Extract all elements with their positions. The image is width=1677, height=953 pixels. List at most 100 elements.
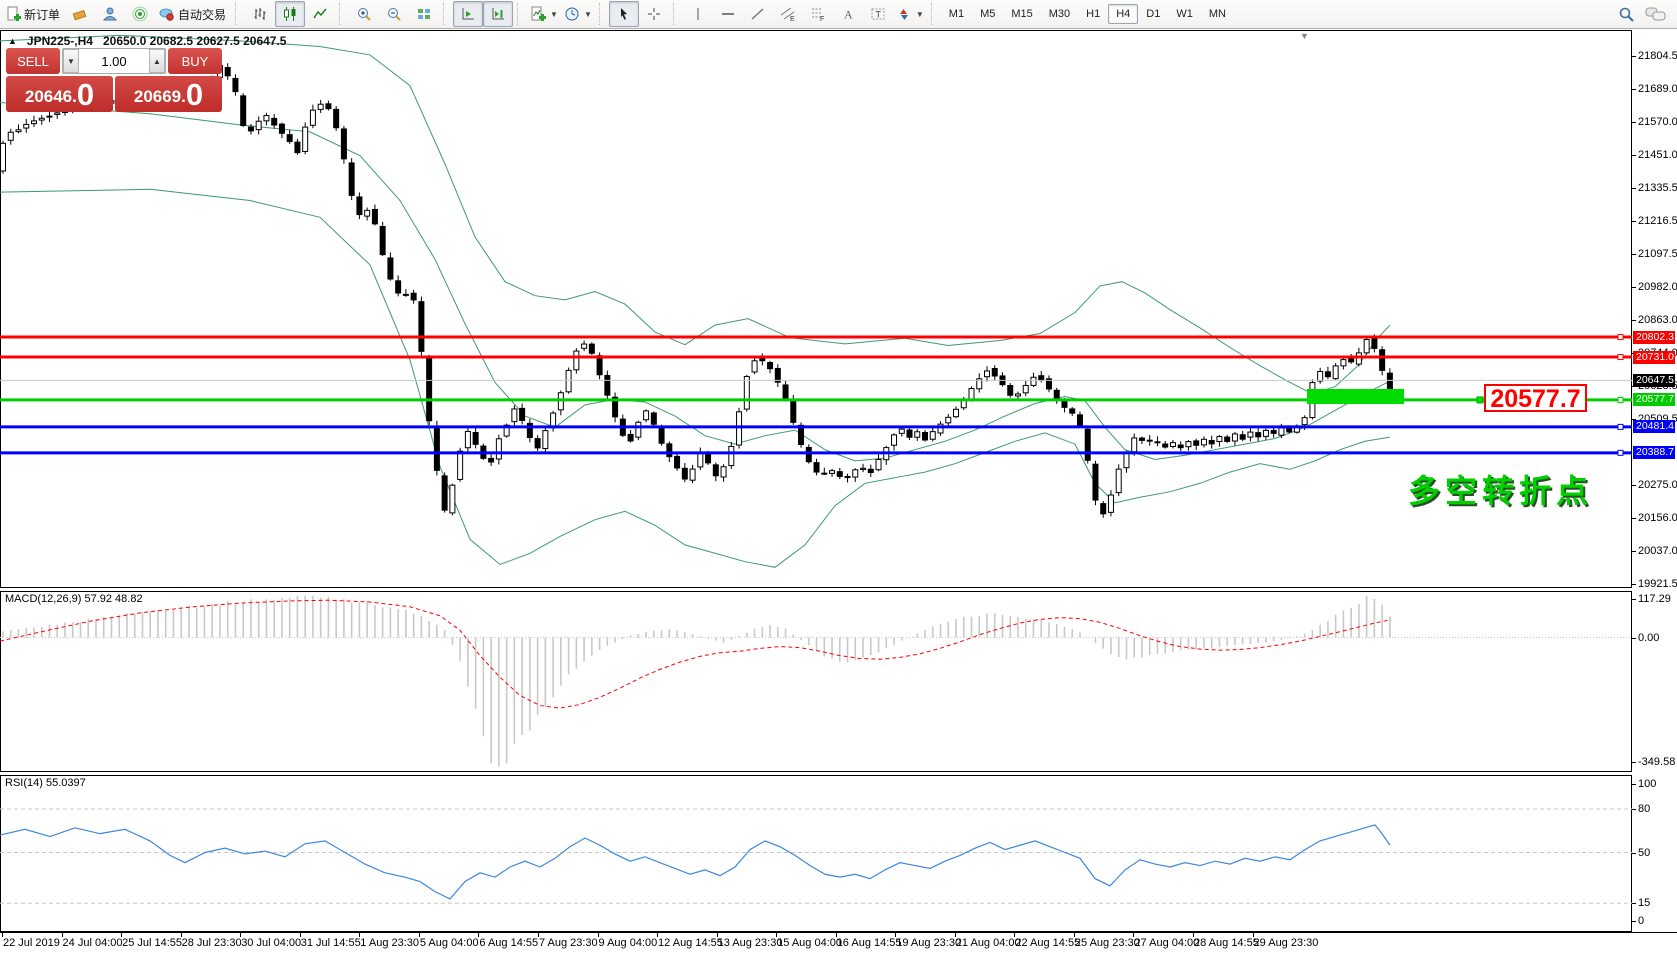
candle-bull [512,409,517,422]
candle-bear [1271,430,1276,433]
candle-bull [954,409,959,416]
zoom-in-button[interactable] [349,1,379,27]
time-axis[interactable]: 22 Jul 201924 Jul 04:0025 Jul 14:5528 Ju… [0,932,1677,953]
buy-button[interactable]: BUY [168,48,222,74]
new-order-button[interactable]: 新订单 [2,1,65,27]
toolbar-separator [235,3,242,25]
volume-value[interactable]: 1.00 [79,54,149,69]
text-label-button[interactable]: T [863,1,893,27]
timeframe-h1[interactable]: H1 [1078,4,1108,24]
bar-chart-button[interactable] [245,1,275,27]
price-axis[interactable]: 21804.521689.021570.021451.021335.521216… [1632,30,1677,932]
candle-bull [1356,353,1361,364]
rsi-axis-label: 50 [1638,847,1650,859]
macd-canvas[interactable] [0,591,1632,772]
volume-increase-button[interactable]: ▲ [149,49,165,73]
auto-scroll-button[interactable] [453,1,483,27]
main-chart-canvas[interactable] [0,30,1632,588]
autotrading-button[interactable]: 自动交易 [155,1,231,27]
candlestick-chart-button[interactable] [275,1,305,27]
arrows-icon [896,6,912,22]
candle-bull [31,121,36,124]
expert-advisors-button[interactable] [95,1,125,27]
trendline-icon [750,6,766,22]
time-label: 28 Jul 23:30 [182,937,242,949]
candle-bull [310,110,315,125]
candle-bull [496,439,501,459]
candle-bear [396,281,401,293]
vertical-line-icon [690,6,706,22]
indicators-icon [530,6,546,22]
community-chat-icon[interactable] [1645,6,1667,22]
cursor-button[interactable] [609,1,639,27]
time-label: 31 Jul 14:55 [301,937,361,949]
shift-end-marker[interactable]: ▼ [1300,31,1309,41]
vertical-line-button[interactable] [683,1,713,27]
annotation-anchor-handle [1477,397,1483,403]
zoom-in-icon [356,6,372,22]
candle-bull [899,429,904,433]
time-label: 13 Aug 23:30 [718,937,783,949]
timeframe-d1[interactable]: D1 [1138,4,1168,24]
line-endpoint-handle [1618,397,1623,402]
candle-bull [822,473,827,474]
candle-bear [597,356,602,375]
candle-bull [1186,442,1191,447]
signals-button[interactable] [125,1,155,27]
candle-bear [349,163,354,195]
timeframe-w1[interactable]: W1 [1168,4,1201,24]
equidistant-channel-button[interactable]: E [773,1,803,27]
candle-bear [706,453,711,463]
timeframe-h4[interactable]: H4 [1108,4,1138,24]
candle-bull [24,124,29,128]
horizontal-line-button[interactable] [713,1,743,27]
time-label: 28 Aug 14:55 [1194,937,1259,949]
candle-bear [713,465,718,476]
candle-bear [372,209,377,223]
volume-decrease-button[interactable]: ▼ [63,49,79,73]
zoom-out-button[interactable] [379,1,409,27]
timeframe-m5[interactable]: M5 [972,4,1003,24]
timeframe-m1[interactable]: M1 [941,4,972,24]
toolbar-separator [443,3,450,25]
sell-price-button[interactable]: 20646.0 [6,76,113,112]
candle-bull [876,459,881,469]
volume-stepper[interactable]: ▼ 1.00 ▲ [62,48,166,74]
axis-tick [1632,584,1636,585]
candle-bull [1015,394,1020,396]
svg-text:E: E [790,16,795,22]
timeframe-mn[interactable]: MN [1201,4,1234,24]
text-button[interactable]: A [833,1,863,27]
fibonacci-button[interactable]: F [803,1,833,27]
candle-bear [380,226,385,254]
axis-tick [1632,809,1636,810]
periods-button[interactable]: ▼ [561,1,595,27]
candle-bull [845,477,850,478]
time-label: 7 Aug 23:30 [539,937,598,949]
indicators-button[interactable]: ▼ [527,1,561,27]
buy-price-button[interactable]: 20669.0 [115,76,222,112]
search-icon[interactable] [1618,6,1635,23]
crosshair-button[interactable] [639,1,669,27]
turning-point-annotation[interactable]: 多空转折点 [1408,466,1593,512]
channel-icon: E [780,6,796,22]
sell-button[interactable]: SELL [6,48,60,74]
candle-bull [1201,439,1206,445]
candle-bull [930,432,935,440]
candle-bull [1333,366,1338,379]
tile-windows-button[interactable] [409,1,439,27]
one-click-toggle-icon[interactable]: ▲ [8,36,17,46]
styler-button[interactable] [65,1,95,27]
toolbar-separator [339,3,346,25]
arrows-button[interactable]: ▼ [893,1,927,27]
timeframe-m30[interactable]: M30 [1041,4,1078,24]
timeframe-m15[interactable]: M15 [1003,4,1040,24]
price-tick-label: 20275.0 [1638,479,1677,491]
price-text-annotation[interactable]: 20577.7 [1484,384,1587,412]
candle-bear [1062,401,1067,407]
chart-shift-button[interactable] [483,1,513,27]
trendline-button[interactable] [743,1,773,27]
line-chart-button[interactable] [305,1,335,27]
candle-bear [1139,438,1144,440]
rsi-canvas[interactable] [0,775,1632,932]
